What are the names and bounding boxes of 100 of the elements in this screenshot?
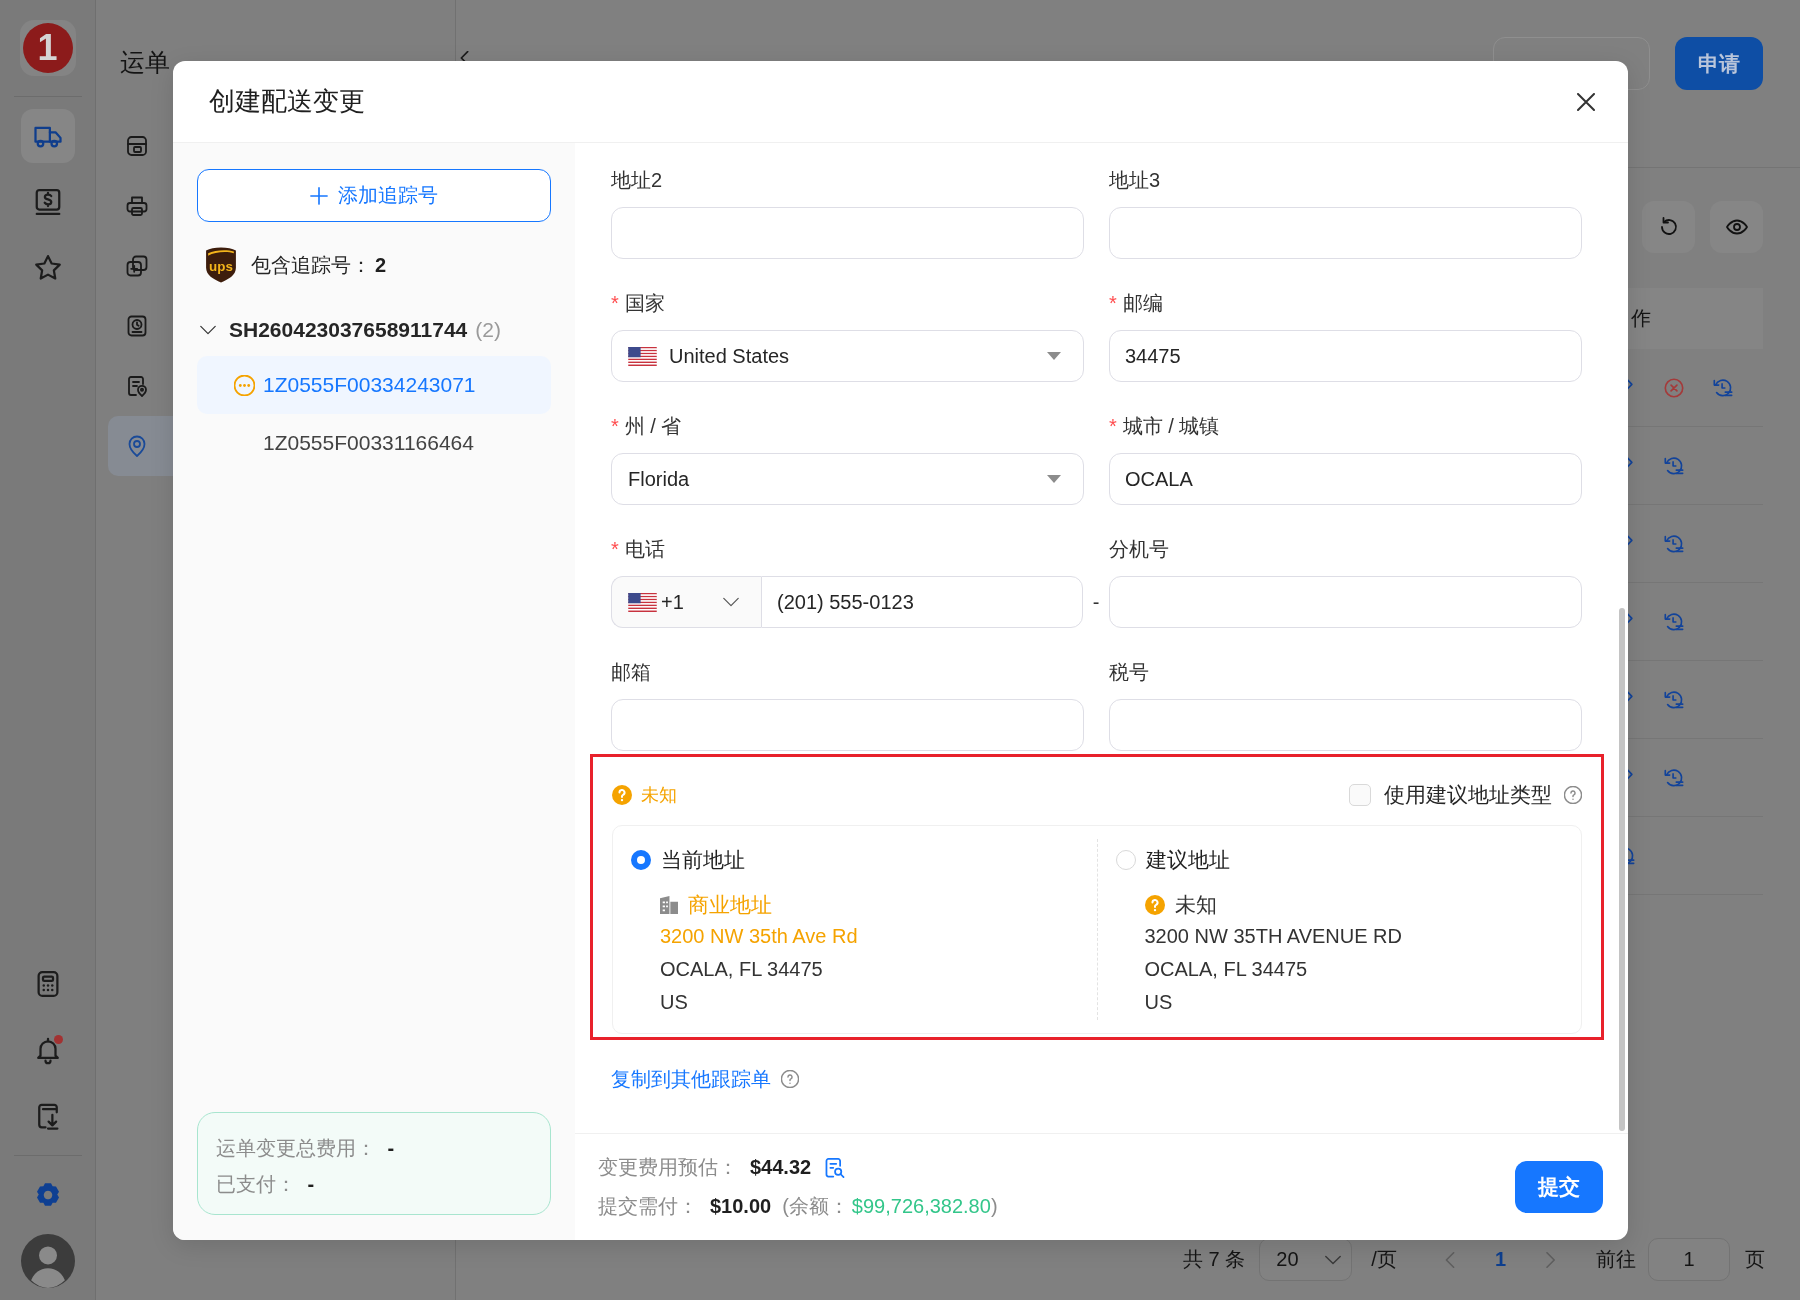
address-line: OCALA, FL 34475 — [1143, 957, 1309, 982]
close-icon — [1577, 92, 1595, 111]
text-field[interactable] — [1109, 699, 1582, 751]
required-mark: * — [1109, 291, 1117, 315]
fee-value: $10.00 — [710, 1195, 772, 1218]
pagination-total: 共 7 条 — [1183, 1247, 1246, 1272]
tracking-item[interactable]: 1Z0555F00331166464 — [197, 414, 551, 472]
carrier-logo: ups — [205, 247, 237, 283]
apply-button[interactable]: 申请 — [1675, 37, 1763, 90]
select-field[interactable]: Florida — [611, 453, 1084, 505]
menu-item[interactable] — [108, 416, 173, 476]
goto-label: 前往 — [1596, 1247, 1636, 1272]
nav-item[interactable] — [20, 109, 75, 163]
required-mark: * — [611, 291, 619, 315]
visibility-button[interactable] — [1710, 201, 1763, 253]
clock-icon — [125, 314, 149, 338]
balance-paren: ) — [990, 1195, 998, 1218]
history-icon[interactable] — [1712, 376, 1734, 399]
text-field[interactable] — [611, 699, 1084, 751]
question-circle-icon — [612, 785, 632, 805]
radio-button[interactable] — [631, 850, 651, 870]
history-icon[interactable] — [1663, 532, 1685, 555]
sidebar-title: 运单 — [120, 47, 170, 78]
field-label: 邮箱 — [611, 659, 651, 685]
field-label: 地址3 — [1109, 167, 1161, 193]
help-icon[interactable] — [1564, 786, 1582, 804]
field-label: 国家 — [624, 290, 665, 316]
option-title: 当前地址 — [661, 847, 745, 873]
document-search-icon[interactable] — [825, 1157, 846, 1178]
tracking-total: 2 — [375, 253, 387, 277]
field-label: 州 / 省 — [624, 413, 682, 439]
caret-down-icon — [1047, 352, 1061, 360]
star-icon — [32, 253, 63, 283]
select-field[interactable]: United States — [611, 330, 1084, 382]
address-line: 3200 NW 35TH AVENUE RD — [1143, 924, 1403, 949]
caret-down-icon — [1047, 475, 1061, 483]
address-line: 3200 NW 35th Ave Rd — [659, 924, 859, 949]
building-icon — [660, 896, 678, 914]
history-icon[interactable] — [1663, 454, 1685, 477]
avatar-icon[interactable] — [20, 1234, 75, 1288]
required-mark: * — [611, 414, 619, 438]
field-label: 地址2 — [611, 167, 663, 193]
phone-field[interactable]: (201) 555-0123 — [761, 576, 1083, 628]
refresh-button[interactable] — [1642, 201, 1695, 253]
text-field[interactable]: 34475 — [1109, 330, 1582, 382]
address-line: US — [659, 990, 689, 1015]
summary-line: 已支付： - — [216, 1172, 315, 1197]
field-label: 城市 / 城镇 — [1122, 413, 1220, 439]
submit-button[interactable]: 提交 — [1515, 1161, 1603, 1213]
help-icon[interactable] — [781, 1070, 799, 1088]
shipment-id: SH260423037658911744 — [229, 318, 468, 342]
field-label: 邮编 — [1122, 290, 1163, 316]
balance-value: $99,726,382.80 — [851, 1195, 991, 1218]
field-label: 电话 — [624, 536, 665, 562]
text-field[interactable] — [1109, 576, 1582, 628]
scrollbar-thumb[interactable] — [1619, 608, 1625, 1131]
separator: - — [1091, 590, 1101, 614]
summary-line: 运单变更总费用： - — [216, 1136, 395, 1161]
history-icon[interactable] — [1663, 610, 1685, 633]
shipment-count: (2) — [475, 318, 501, 342]
plus-icon — [310, 186, 328, 205]
question-circle-icon — [1144, 895, 1165, 915]
document-pin-icon — [125, 374, 149, 398]
add-tracking-button[interactable]: 添加追踪号 — [197, 169, 551, 222]
fee-value: $44.32 — [750, 1156, 812, 1179]
per-page-label: /页 — [1371, 1247, 1397, 1272]
required-mark: * — [611, 537, 619, 561]
checkbox-label: 使用建议地址类型 — [1384, 782, 1552, 808]
page-jump-input[interactable]: 1 — [1648, 1238, 1730, 1281]
address-type: 未知 — [1174, 892, 1217, 918]
tracking-item[interactable]: 1Z0555F00334243071 — [197, 356, 551, 414]
page-size-select[interactable]: 20 — [1259, 1238, 1353, 1281]
field-label: 分机号 — [1109, 536, 1169, 562]
balance-label: (余额： — [782, 1194, 849, 1219]
option-title: 建议地址 — [1145, 847, 1230, 873]
printer-icon — [125, 194, 149, 218]
column-header: 作 — [1631, 306, 1651, 331]
copy-link[interactable]: 复制到其他跟踪单 — [611, 1065, 771, 1093]
goto-suffix: 页 — [1745, 1247, 1765, 1272]
modal-title: 创建配送变更 — [209, 85, 366, 118]
text-field[interactable] — [1109, 207, 1582, 259]
history-icon[interactable] — [1663, 766, 1685, 789]
status-label: 未知 — [641, 784, 677, 807]
app-logo[interactable]: 1 — [19, 20, 76, 76]
text-field[interactable]: OCALA — [1109, 453, 1582, 505]
fee-label: 变更费用预估： — [598, 1155, 738, 1180]
checkbox[interactable] — [1349, 784, 1371, 806]
address-type: 商业地址 — [688, 892, 772, 918]
flag-icon — [628, 592, 657, 612]
close-button[interactable] — [1577, 92, 1595, 111]
history-icon[interactable] — [1663, 688, 1685, 711]
field-label: 税号 — [1109, 659, 1149, 685]
fee-label: 提交需付： — [598, 1194, 698, 1219]
carrier-label: 包含追踪号： — [251, 252, 371, 278]
flag-icon — [628, 346, 657, 366]
dial-code-select[interactable]: +1 — [611, 576, 761, 628]
close-circle-icon[interactable] — [1663, 376, 1685, 399]
required-mark: * — [1109, 414, 1117, 438]
text-field[interactable] — [611, 207, 1084, 259]
address-line: US — [1143, 990, 1174, 1015]
